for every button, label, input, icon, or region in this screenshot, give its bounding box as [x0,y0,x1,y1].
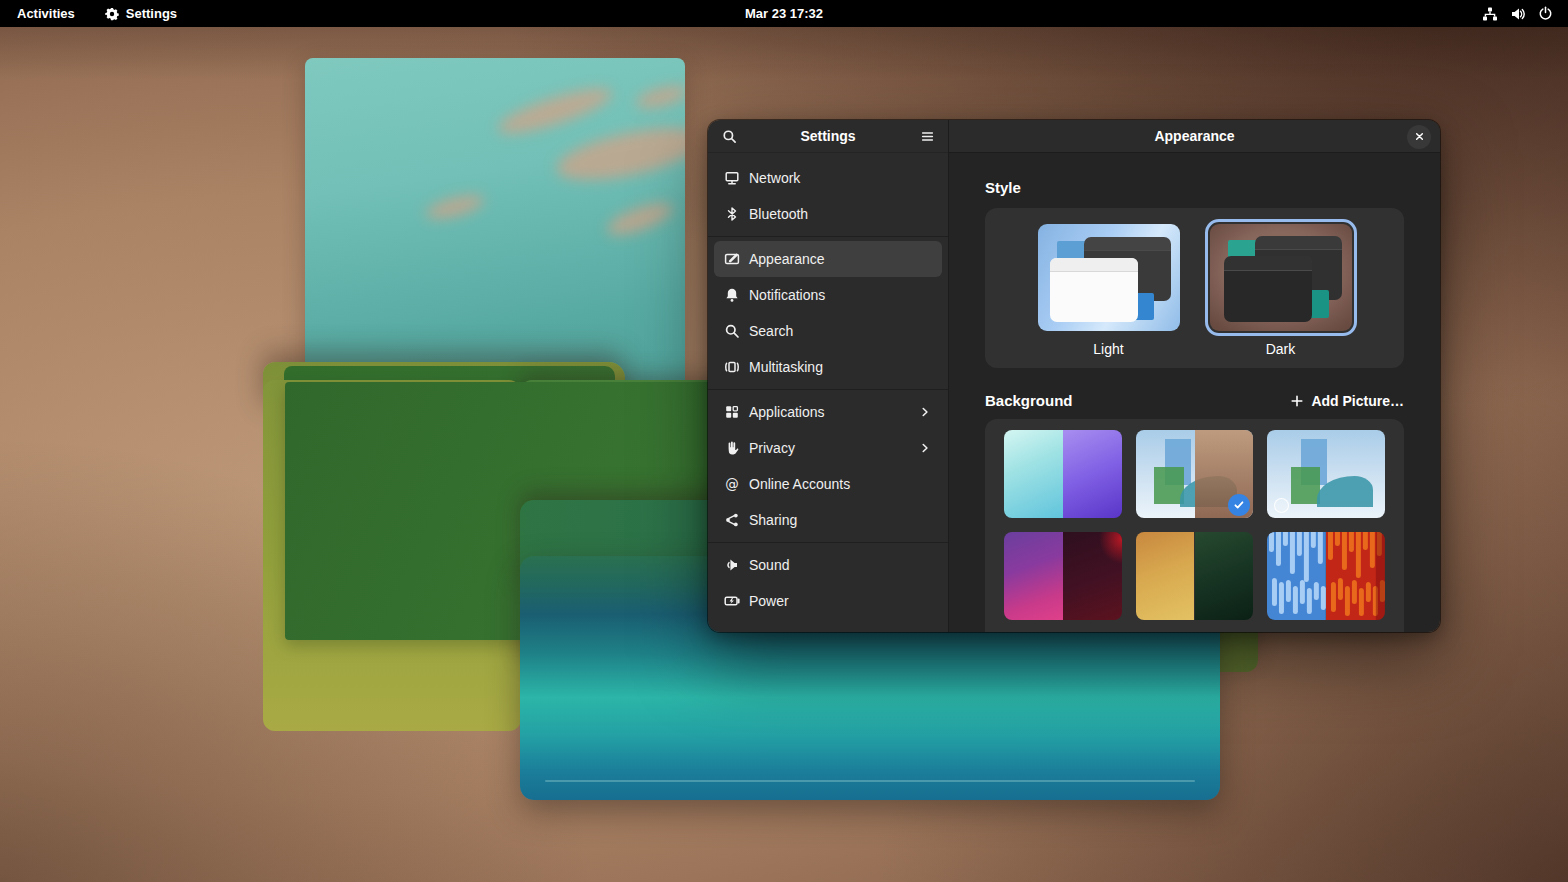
notifications-icon [724,284,740,306]
sidebar-item-multitasking[interactable]: Multitasking [714,349,942,385]
sidebar-separator [708,389,948,390]
search-icon [724,320,740,342]
chevron-right-icon [918,405,932,419]
sidebar-item-network[interactable]: Network [714,160,942,196]
wallpaper-thumbnail-4[interactable] [1004,532,1122,620]
sidebar-separator [708,236,948,237]
sharing-icon [724,509,740,531]
power-icon-topbar[interactable] [1538,6,1553,21]
wallpaper-thumbnail-3[interactable] [1267,430,1385,518]
sidebar-separator [708,542,948,543]
sound-icon [724,554,740,576]
chevron-right-icon [918,441,932,455]
sidebar-item-power[interactable]: Power [714,583,942,619]
add-picture-button[interactable]: Add Picture… [1290,393,1404,409]
style-label-light: Light [1093,341,1123,357]
page-title: Appearance [1154,128,1234,144]
style-option-light[interactable]: Light [1033,219,1185,357]
sidebar-title: Settings [740,128,916,144]
appearance-icon [724,248,740,270]
top-bar: Activities Settings Mar 23 17:32 [0,0,1568,27]
background-heading: Background [985,392,1073,409]
applications-icon [724,401,740,423]
appearance-pane: Appearance Style Light [949,120,1440,632]
background-grid [985,419,1404,632]
settings-window: Settings Network Bluetooth Appearance No… [708,120,1440,632]
network-wired-icon[interactable] [1482,6,1498,22]
style-card: Light Dark [985,208,1404,368]
sidebar-item-appearance[interactable]: Appearance [714,241,942,277]
content-header: Appearance [949,120,1440,153]
multitasking-icon [724,356,740,378]
plus-icon [1290,394,1304,408]
wallpaper-thumbnail-5[interactable] [1136,532,1254,620]
volume-icon[interactable] [1510,6,1526,22]
content-body: Style Light [949,153,1440,632]
sidebar-item-privacy[interactable]: Privacy [714,430,942,466]
power-icon [724,590,740,612]
sidebar-item-applications[interactable]: Applications [714,394,942,430]
wallpaper-folder-teal-rim [545,780,1195,782]
sidebar-item-search[interactable]: Search [714,313,942,349]
network-icon [724,167,740,189]
focused-app-menu[interactable]: Settings [105,6,177,21]
sidebar-header: Settings [708,120,948,153]
style-option-dark[interactable]: Dark [1205,219,1357,357]
hamburger-menu-button[interactable] [916,125,938,147]
wallpaper-thumbnail-6[interactable] [1267,532,1385,620]
svg-text:@: @ [725,476,739,492]
sidebar-item-notifications[interactable]: Notifications [714,277,942,313]
settings-sidebar: Settings Network Bluetooth Appearance No… [708,120,948,632]
close-button[interactable] [1407,125,1431,149]
sidebar-list: Network Bluetooth Appearance Notificatio… [708,153,948,626]
style-heading: Style [985,179,1404,196]
style-label-dark: Dark [1266,341,1296,357]
wallpaper-thumbnail-2[interactable] [1136,430,1254,518]
sidebar-item-bluetooth[interactable]: Bluetooth [714,196,942,232]
activities-button[interactable]: Activities [17,6,75,21]
sidebar-item-sound[interactable]: Sound [714,547,942,583]
online-accounts-icon: @ [724,473,740,495]
wallpaper-thumbnail-1[interactable] [1004,430,1122,518]
sidebar-item-online-accounts[interactable]: @ Online Accounts [714,466,942,502]
clock[interactable]: Mar 23 17:32 [745,6,823,21]
sidebar-item-sharing[interactable]: Sharing [714,502,942,538]
bluetooth-icon [724,203,740,225]
search-button[interactable] [718,125,740,147]
privacy-icon [724,437,740,459]
gear-icon [105,7,119,21]
